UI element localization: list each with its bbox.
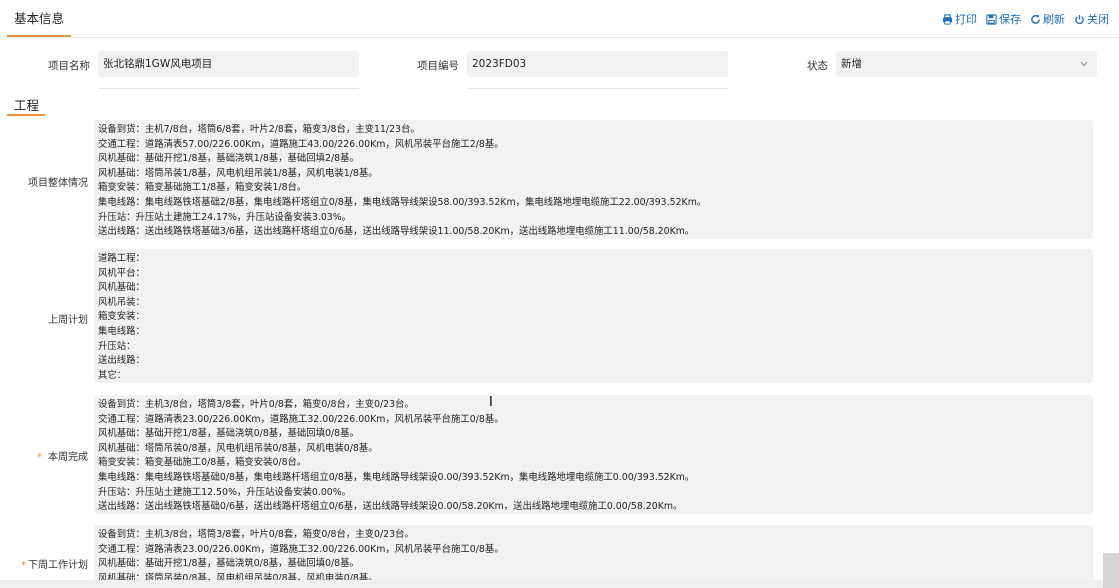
tab-basic-info[interactable]: 基本信息: [7, 0, 72, 37]
text-line: 风机基础：: [98, 282, 145, 294]
section-accent-line: [7, 114, 45, 116]
toolbar: 打印 保存 刷新 关闭: [942, 11, 1109, 27]
refresh-icon: [1031, 14, 1040, 24]
top-bar: 基本信息 打印 保存 刷新 关闭: [0, 0, 1119, 38]
chevron-down-icon: [1080, 61, 1088, 67]
project-code-label: 项目编号: [417, 60, 459, 72]
project-name-field[interactable]: 张北铭鼎1GW风电项目: [98, 51, 359, 77]
print-label: 打印: [955, 13, 977, 26]
text-line: 设备到货：主机3/8台，塔筒3/8套，叶片0/8套，箱变0/8台，主变0/23台…: [98, 399, 414, 410]
power-icon: [1075, 14, 1084, 24]
horizontal-scrollbar[interactable]: [0, 580, 1119, 588]
refresh-button[interactable]: 刷新: [1030, 11, 1065, 27]
text-line: 交通工程：道路清表23.00/226.00Km，道路施工32.00/226.00…: [98, 543, 504, 555]
required-mark: *: [21, 560, 26, 571]
text-line: 风机平台：: [98, 267, 145, 279]
last-week-textarea[interactable]: 道路工程： 风机平台： 风机基础： 风机吊装： 箱变安装： 集电线路： 升压站： 送出线路： 其…: [94, 249, 1093, 383]
text-line: 箱变安装：箱变基础施工0/8基，箱变安装0/8台。: [98, 457, 307, 469]
text-line: 设备到货：主机3/8台，塔筒3/8套，叶片0/8套，箱变0/8台，主变0/23台…: [98, 529, 414, 540]
text-line: 集电线路：集电线路铁塔基础0/8基，集电线路杆塔组立0/8基，集电线路导线架设0…: [98, 471, 695, 483]
text-line: 风机基础：基础开挖1/8基，基础浇筑0/8基，基础回填0/8基。: [98, 428, 359, 440]
scrollbar-thumb[interactable]: [1103, 553, 1119, 588]
text-line: 道路工程：: [98, 253, 145, 264]
status-value: 新增: [841, 58, 862, 70]
text-line: 风机基础：基础开挖1/8基，基础浇筑0/8基，基础回填0/8基。: [98, 558, 359, 570]
text-line: 送出线路：送出线路铁塔基础0/6基，送出线路杆塔组立0/6基，送出线路导线架设0…: [98, 501, 683, 513]
text-line: 风机基础：塔筒吊装1/8基，风电机组吊装1/8基，风机电装1/8基。: [98, 167, 378, 179]
overall-label: 项目整体情况: [28, 178, 88, 189]
next-week-textarea[interactable]: 设备到货：主机3/8台，塔筒3/8套，叶片0/8套，箱变0/8台，主变0/23台…: [94, 525, 1093, 588]
text-line: 设备到货：主机7/8台，塔筒6/8套，叶片2/8套，箱变3/8台，主变11/23…: [98, 124, 420, 135]
refresh-label: 刷新: [1043, 13, 1065, 26]
project-name-label: 项目名称: [48, 60, 90, 72]
this-week-label: * 本周完成: [5, 448, 88, 463]
close-label: 关闭: [1087, 13, 1109, 26]
printer-icon: [942, 13, 953, 25]
save-button[interactable]: 保存: [986, 11, 1021, 27]
divider: [467, 88, 728, 89]
this-week-textarea[interactable]: 设备到货：主机3/8台，塔筒3/8套，叶片0/8套，箱变0/8台，主变0/23台…: [94, 395, 1093, 514]
text-line: 风机基础：基础开挖1/8基，基础浇筑1/8基，基础回填2/8基。: [98, 153, 359, 165]
text-line: 风机吊装：: [98, 296, 145, 308]
text-line: 升压站：升压站土建施工24.17%，升压站设备安装3.03%。: [98, 211, 352, 223]
text-line: 交通工程：道路清表57.00/226.00Km，道路施工43.00/226.00…: [98, 138, 504, 150]
status-label: 状态: [807, 60, 828, 72]
next-week-label-text: 下周工作计划: [28, 560, 88, 571]
overall-textarea[interactable]: 设备到货：主机7/8台，塔筒6/8套，叶片2/8套，箱变3/8台，主变11/23…: [94, 120, 1093, 239]
status-select[interactable]: 新增: [836, 51, 1097, 77]
text-line: 交通工程：道路清表23.00/226.00Km，道路施工32.00/226.00…: [98, 413, 504, 425]
text-line: 送出线路：送出线路铁塔基础3/6基，送出线路杆塔组立0/6基，送出线路导线架设1…: [98, 226, 695, 238]
text-line: 其它：: [98, 369, 127, 381]
divider: [98, 88, 359, 89]
text-line: 送出线路：: [98, 355, 145, 367]
last-week-label: 上周计划: [48, 315, 88, 326]
next-week-label: * 下周工作计划: [5, 556, 88, 571]
text-line: 箱变安装：箱变基础施工1/8基，箱变安装1/8台。: [98, 182, 307, 194]
this-week-label-text: 本周完成: [48, 452, 88, 463]
save-label: 保存: [999, 13, 1021, 26]
close-button[interactable]: 关闭: [1074, 11, 1109, 27]
text-line: 升压站：升压站土建施工12.50%，升压站设备安装0.00%。: [98, 486, 352, 498]
text-line: 集电线路：: [98, 325, 145, 337]
text-line: 升压站：: [98, 340, 136, 352]
text-cursor-icon: I: [489, 395, 493, 410]
print-button[interactable]: 打印: [942, 11, 977, 27]
save-icon: [986, 13, 997, 25]
text-line: 集电线路：集电线路铁塔基础2/8基，集电线路杆塔组立0/8基，集电线路导线架设5…: [98, 196, 707, 208]
project-code-field[interactable]: 2023FD03: [467, 51, 728, 77]
section-title: 工程: [14, 98, 40, 113]
text-line: 风机基础：塔筒吊装0/8基，风电机组吊装0/8基，风机电装0/8基。: [98, 442, 378, 454]
required-mark: *: [37, 452, 42, 463]
text-line: 箱变安装：: [98, 311, 145, 323]
